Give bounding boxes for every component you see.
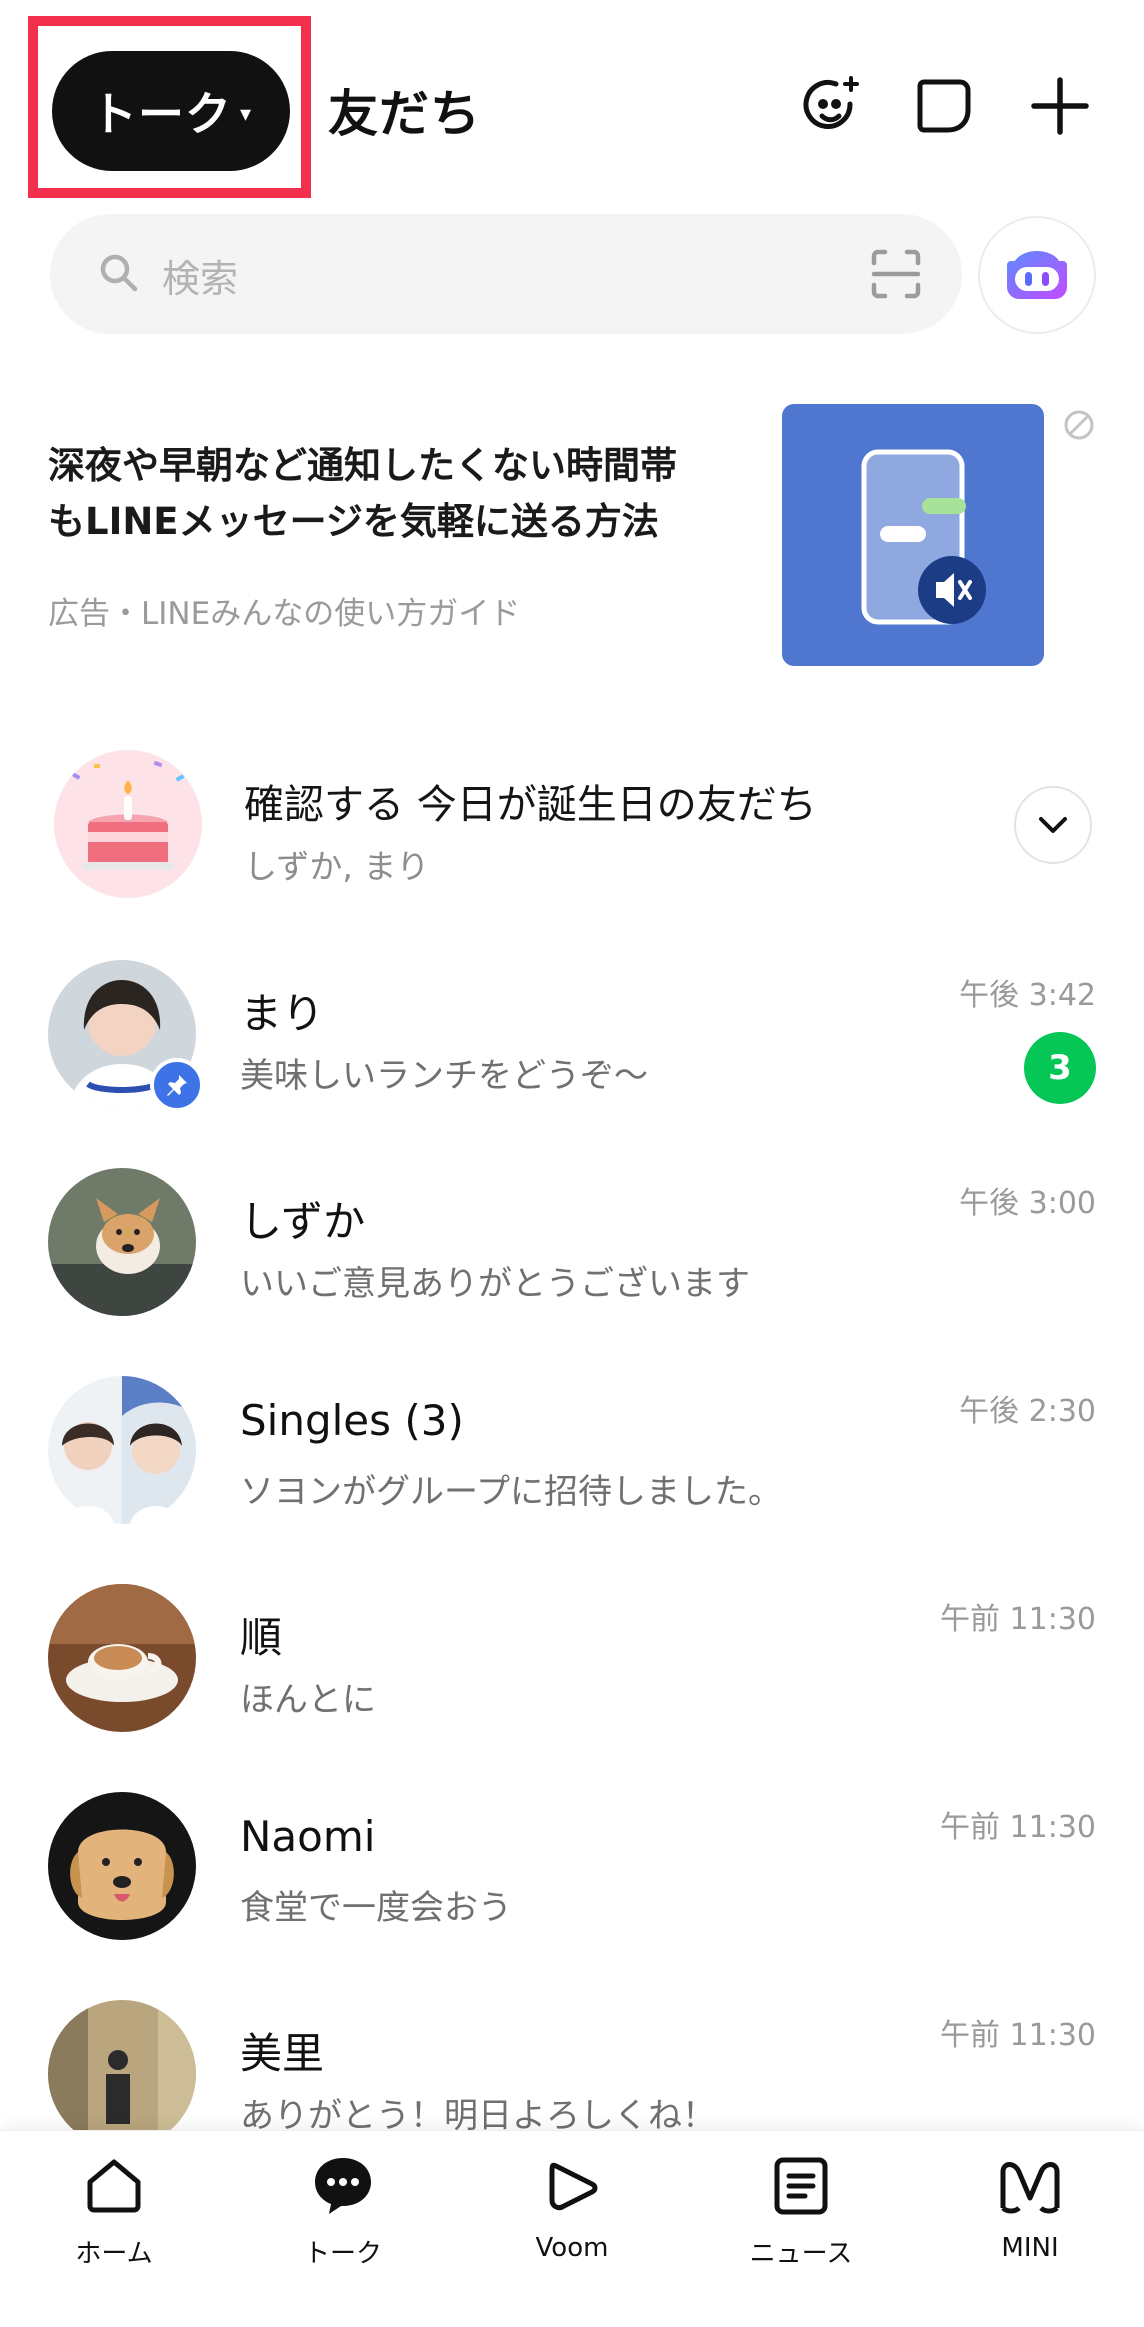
search-bar[interactable]: 検索 (50, 214, 962, 334)
pin-icon (150, 1058, 204, 1112)
chevron-down-icon: ▾ (239, 101, 252, 127)
top-header: トーク ▾ 友だち (0, 0, 1144, 205)
chat-row[interactable]: まり 美味しいランチをどうぞ〜 午後 3:42 3 (0, 960, 1144, 1166)
qr-scan-icon[interactable] (870, 248, 922, 304)
birthday-names: しずか, まり (244, 847, 430, 886)
birthday-title[interactable]: 確認する 今日が誕生日の友だち (244, 772, 817, 830)
face-sparkle-icon[interactable] (796, 70, 868, 142)
search-icon (98, 252, 140, 298)
nav-voom[interactable]: Voom (492, 2151, 652, 2291)
nav-label: Voom (535, 2233, 609, 2263)
chat-name: Naomi (240, 1812, 376, 1861)
chat-last-message: 食堂で一度会おう (240, 1888, 512, 1928)
chat-name: まり (240, 989, 325, 1038)
add-icon[interactable] (1024, 70, 1096, 142)
chat-last-message: 美味しいランチをどうぞ〜 (240, 1056, 648, 1096)
nav-label: MINI (1001, 2233, 1059, 2263)
chevron-down-icon (1039, 817, 1067, 833)
hide-ad-icon[interactable] (1062, 408, 1096, 446)
chat-time: 午前 11:30 (940, 1602, 1096, 1637)
tab-friends[interactable]: 友だち (328, 74, 481, 146)
chat-time: 午後 2:30 (959, 1394, 1096, 1429)
new-chat-icon[interactable] (908, 70, 980, 142)
chat-name: 美里 (240, 2029, 325, 2078)
nav-label: トーク (303, 2239, 382, 2269)
tab-talk-label: トーク (90, 87, 232, 141)
ad-source: 広告・LINEみんなの使い方ガイド (48, 596, 521, 632)
chat-name: 順 (240, 1613, 283, 1662)
chat-name: Singles (3) (240, 1396, 464, 1445)
voom-play-icon (537, 2151, 607, 2221)
chat-name: しずか (240, 1197, 366, 1246)
chat-bubble-icon (308, 2151, 378, 2221)
nav-news[interactable]: ニュース (721, 2151, 881, 2291)
chat-time: 午前 11:30 (940, 1810, 1096, 1845)
chat-row[interactable]: しずか いいご意見ありがとうございます 午後 3:00 (0, 1168, 1144, 1374)
chat-row[interactable]: Singles (3) ソヨンがグループに招待しました。 午後 2:30 (0, 1376, 1144, 1582)
ad-title-line: 深夜や早朝など通知したくない時間帯 (48, 444, 677, 487)
chat-last-message: ソヨンがグループに招待しました。 (240, 1472, 782, 1512)
avatar (48, 1584, 196, 1732)
bottom-navigation: ホーム トーク Voom ニュース MINI (0, 2130, 1144, 2327)
nav-mini[interactable]: MINI (950, 2151, 1110, 2291)
ad-title-line: もLINEメッセージを気軽に送る方法 (48, 500, 659, 543)
nav-talk[interactable]: トーク (263, 2151, 423, 2291)
home-icon (79, 2151, 149, 2221)
chat-last-message: ほんとに (240, 1680, 376, 1720)
birthday-cake-avatar[interactable] (54, 750, 202, 898)
chat-time: 午後 3:00 (959, 1186, 1096, 1221)
chat-time: 午前 11:30 (940, 2018, 1096, 2053)
ai-bot-icon (1007, 251, 1067, 299)
chat-last-message: いいご意見ありがとうございます (240, 1264, 750, 1304)
expand-birthday-button[interactable] (1014, 786, 1092, 864)
nav-label: ニュース (749, 2239, 853, 2269)
news-icon (766, 2151, 836, 2221)
avatar (48, 1168, 196, 1316)
ad-image[interactable] (782, 404, 1044, 666)
avatar (48, 2000, 196, 2148)
nav-home[interactable]: ホーム (34, 2151, 194, 2291)
tab-talk-dropdown[interactable]: トーク ▾ (52, 51, 290, 171)
avatar (48, 1792, 196, 1940)
chat-time: 午後 3:42 (959, 978, 1096, 1013)
ad-title[interactable]: 深夜や早朝など通知したくない時間帯 もLINEメッセージを気軽に送る方法 (48, 438, 748, 550)
group-avatar (48, 1376, 196, 1524)
chat-row[interactable]: Naomi 食堂で一度会おう 午前 11:30 (0, 1792, 1144, 1998)
search-placeholder: 検索 (162, 257, 239, 301)
unread-count-badge: 3 (1024, 1032, 1096, 1104)
chat-row[interactable]: 順 ほんとに 午前 11:30 (0, 1584, 1144, 1790)
nav-label: ホーム (75, 2239, 153, 2269)
ai-bot-button[interactable] (978, 216, 1096, 334)
mini-icon (995, 2151, 1065, 2221)
